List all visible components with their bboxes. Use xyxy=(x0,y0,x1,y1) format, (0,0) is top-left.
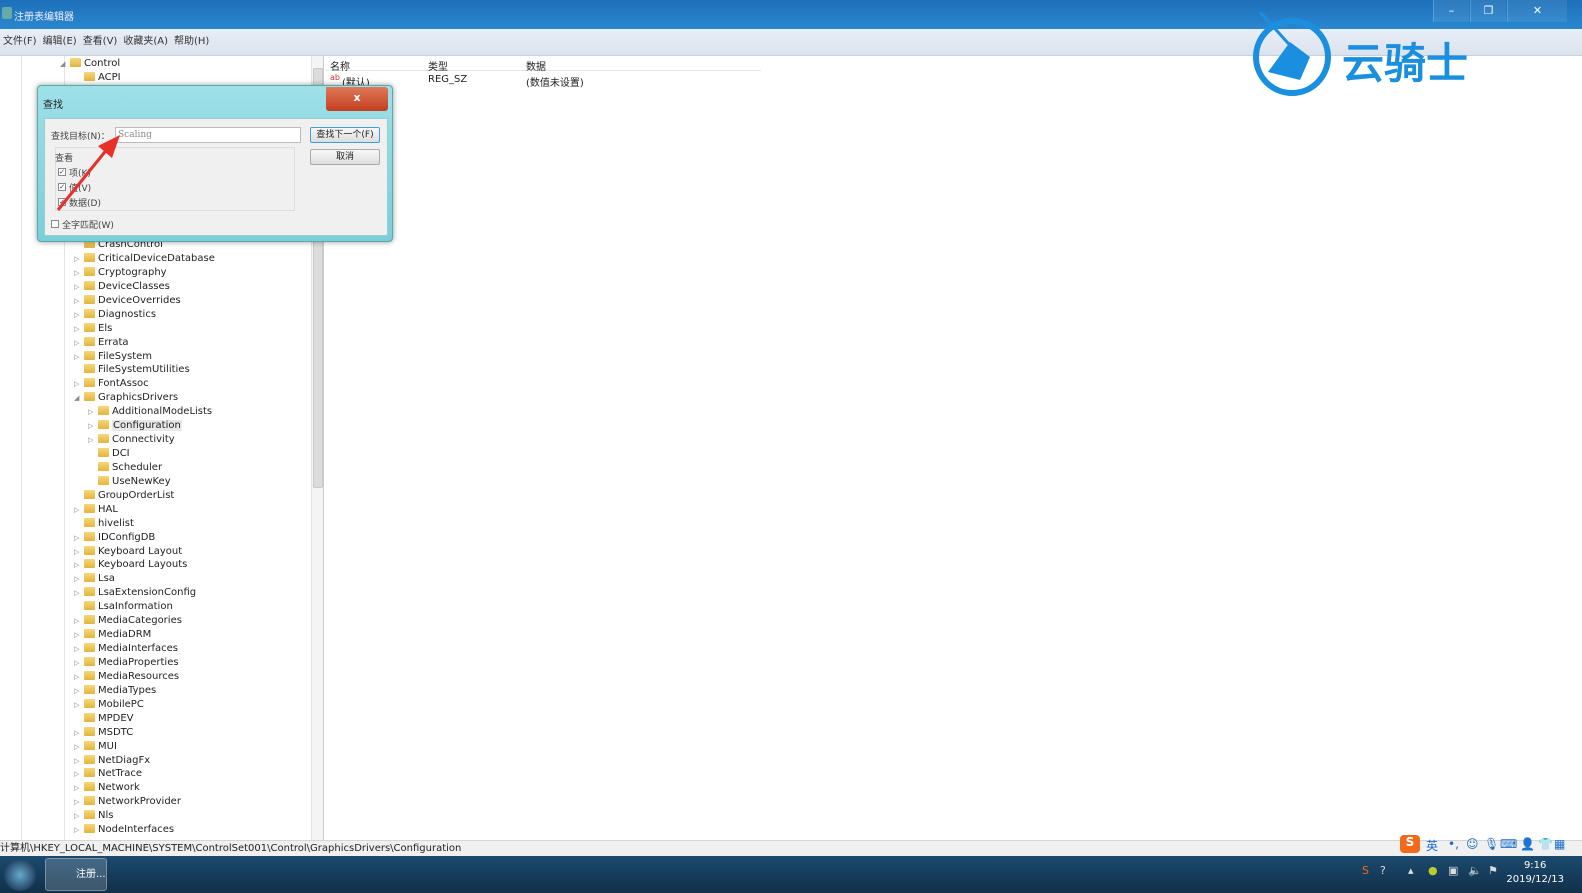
watermark-logo: 云骑士 xyxy=(1250,10,1530,98)
annotation-arrow xyxy=(56,135,120,211)
watermark-text: 云骑士 xyxy=(1342,39,1469,88)
